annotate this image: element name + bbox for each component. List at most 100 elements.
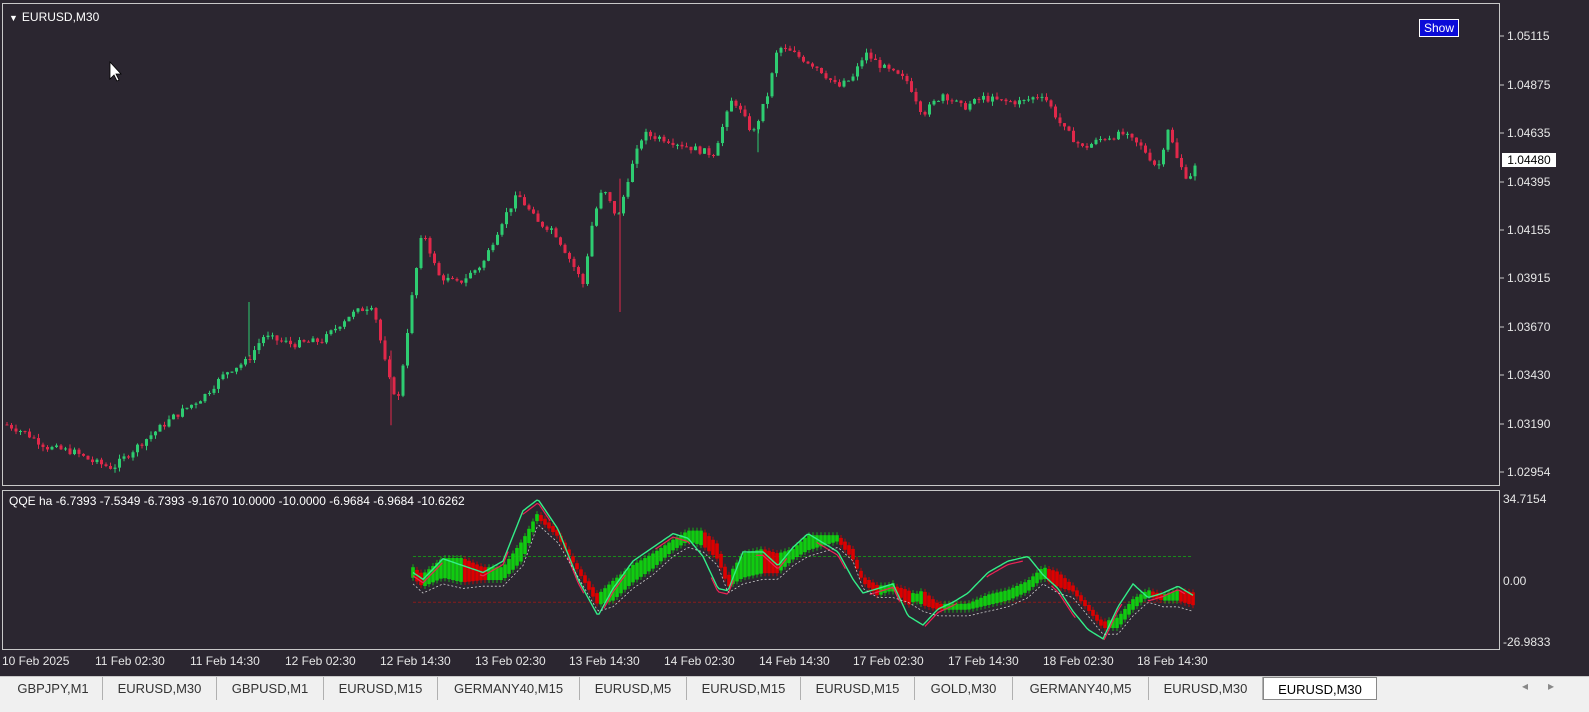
symbol-title[interactable]: ▼ EURUSD,M30	[9, 10, 99, 24]
candle-body	[568, 252, 571, 259]
candle-body	[1171, 129, 1174, 143]
candle-body	[172, 414, 175, 420]
candle-body	[203, 394, 207, 402]
candle-body	[289, 340, 292, 345]
candle-body	[1108, 138, 1111, 140]
candle-body	[1166, 129, 1170, 150]
candle-body	[1130, 133, 1134, 138]
candle-body	[973, 99, 976, 104]
candle-body	[847, 80, 850, 82]
tab-scroll-left-icon[interactable]: ◂	[1522, 679, 1528, 693]
show-button[interactable]: Show	[1418, 19, 1459, 37]
candle-body	[1189, 176, 1192, 179]
candle-body	[230, 371, 234, 373]
chart-tab[interactable]: EURUSD,M5	[580, 677, 687, 700]
candle-body	[253, 350, 256, 361]
chart-window[interactable]: ▼ EURUSD,M30 Show QQE ha -6.7393 -7.5349 …	[0, 0, 1589, 676]
candle-body	[19, 430, 22, 432]
candle-body	[554, 228, 558, 238]
time-axis-label: 14 Feb 02:30	[664, 654, 735, 668]
chart-tab[interactable]: GERMANY40,M5	[1013, 677, 1149, 700]
chart-tab[interactable]: EURUSD,M15	[801, 677, 915, 700]
chart-tab[interactable]: EURUSD,M30	[1263, 677, 1377, 700]
candle-body	[392, 377, 396, 395]
qqe-chart[interactable]	[3, 491, 1501, 651]
candle-body	[694, 146, 697, 151]
chart-tab[interactable]: EURUSD,M15	[687, 677, 801, 700]
candle-body	[545, 226, 549, 230]
candle-body	[496, 234, 499, 245]
chart-tab[interactable]: EURUSD,M30	[1149, 677, 1263, 700]
candle-body	[703, 148, 706, 154]
candle-body	[46, 446, 49, 450]
candle-body	[860, 60, 864, 67]
candle-body	[433, 253, 436, 264]
candle-body	[743, 109, 747, 117]
candle-body	[509, 208, 513, 213]
current-price-box: 1.04480	[1502, 153, 1556, 167]
candle-body	[68, 448, 72, 455]
candle-body	[1193, 165, 1197, 177]
candle-body	[590, 225, 594, 257]
price-axis-label: 1.03190	[1507, 417, 1551, 431]
collapse-triangle-icon[interactable]: ▼	[9, 13, 18, 23]
candle-body	[950, 100, 954, 102]
candle-body	[649, 131, 652, 137]
candle-body	[1009, 101, 1012, 103]
candle-body	[991, 96, 994, 102]
chart-tab[interactable]: GOLD,M30	[915, 677, 1013, 700]
candle-body	[410, 295, 414, 334]
candle-body	[1027, 99, 1030, 101]
candle-body	[1013, 101, 1017, 105]
candle-body	[1148, 152, 1152, 161]
candle-body	[329, 330, 333, 335]
price-axis-label: 1.03915	[1507, 271, 1551, 285]
chart-tab[interactable]: GERMANY40,M15	[438, 677, 580, 700]
candle-body	[689, 146, 693, 151]
candle-body	[379, 319, 382, 341]
candle-body	[113, 467, 117, 469]
candle-body	[613, 201, 616, 214]
chart-tab[interactable]: GBPUSD,M1	[217, 677, 324, 700]
candle-body	[716, 143, 720, 156]
candle-body	[748, 116, 751, 131]
candle-body	[469, 272, 472, 279]
candle-body	[725, 111, 729, 127]
candle-body	[302, 340, 306, 342]
price-pane[interactable]: ▼ EURUSD,M30 Show	[2, 3, 1500, 486]
candle-body	[878, 60, 882, 68]
chart-tab[interactable]: EURUSD,M15	[324, 677, 438, 700]
candle-body	[91, 459, 94, 463]
candle-body	[946, 94, 949, 101]
tab-scroll-right-icon[interactable]: ▸	[1548, 679, 1554, 693]
candle-body	[208, 392, 211, 395]
candle-body	[95, 459, 99, 463]
chart-tab[interactable]: GBPJPY,M1	[4, 677, 103, 700]
candle-body	[1036, 97, 1039, 99]
candle-body	[41, 444, 45, 447]
candle-body	[1049, 100, 1053, 107]
indicator-label: QQE ha -6.7393 -7.5349 -6.7393 -9.1670 1…	[9, 494, 465, 508]
chart-tab[interactable]: EURUSD,M30	[103, 677, 217, 700]
candle-body	[604, 192, 607, 194]
candle-body	[365, 309, 369, 312]
candle-body	[662, 136, 666, 142]
candlestick-chart[interactable]	[3, 4, 1501, 487]
candle-body	[149, 435, 153, 440]
price-axis-label: 1.02954	[1507, 465, 1551, 479]
candle-body	[199, 401, 202, 404]
candle-body	[1076, 142, 1080, 144]
candle-body	[14, 428, 18, 432]
candle-body	[343, 321, 346, 327]
candle-body	[176, 414, 180, 417]
candle-body	[536, 213, 540, 222]
candle-body	[721, 126, 724, 144]
candle-body	[104, 464, 108, 466]
candle-body	[608, 192, 612, 202]
candle-body	[1184, 167, 1188, 179]
candle-body	[1103, 139, 1107, 141]
candle-body	[640, 140, 643, 149]
indicator-pane[interactable]: QQE ha -6.7393 -7.5349 -6.7393 -9.1670 1…	[2, 490, 1500, 650]
candle-body	[482, 260, 486, 268]
candle-body	[932, 100, 936, 105]
